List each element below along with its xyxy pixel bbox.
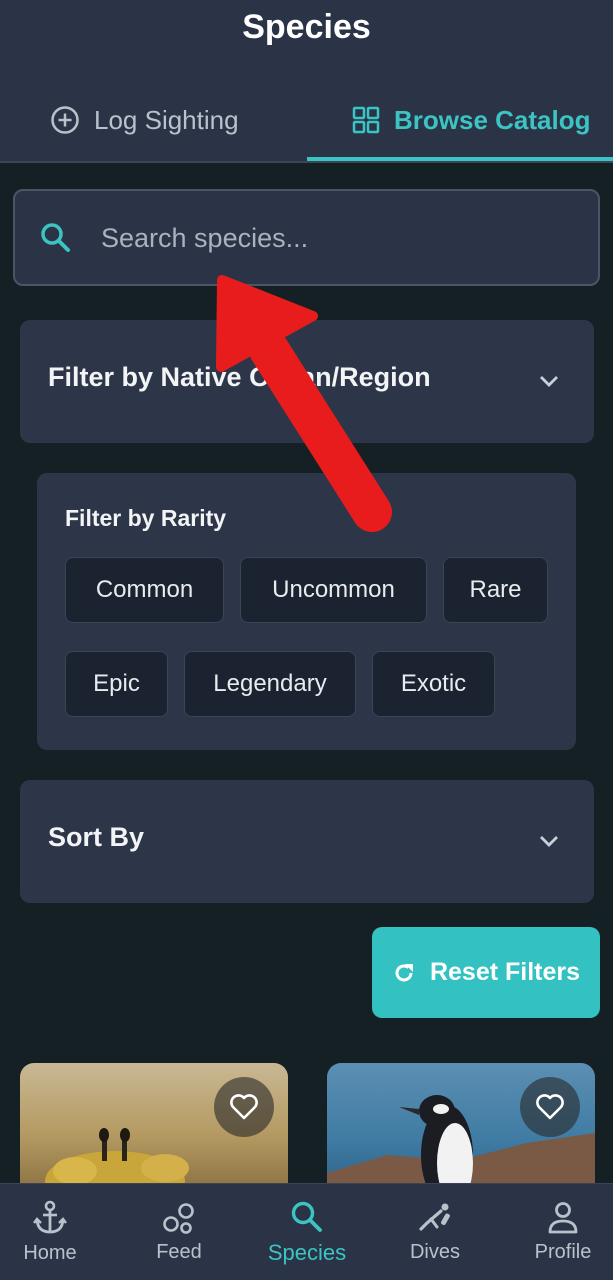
region-filter-label: Filter by Native Ocean/Region	[48, 362, 431, 392]
sort-by-dropdown[interactable]: Sort By	[20, 780, 594, 903]
nav-label: Home	[23, 1242, 77, 1264]
nav-label: Species	[267, 1239, 347, 1265]
tab-label: Browse Catalog	[394, 104, 591, 135]
reset-filters-button[interactable]: Reset Filters	[372, 927, 600, 1018]
diver-icon	[419, 1203, 450, 1231]
page-title: Species	[242, 8, 371, 46]
sort-by-label: Sort By	[48, 822, 145, 852]
header-divider	[0, 161, 613, 163]
heart-icon	[536, 1094, 564, 1120]
nav-profile[interactable]: Profile	[502, 1184, 613, 1280]
tab-browse-catalog[interactable]: Browse Catalog	[352, 92, 591, 148]
nav-label: Dives	[409, 1241, 460, 1263]
nav-home[interactable]: Home	[0, 1184, 111, 1280]
bottom-navigation: Home Feed Species Dives Profile	[0, 1183, 613, 1280]
nav-species[interactable]: Species	[246, 1184, 368, 1280]
reset-filters-label: Reset Filters	[429, 958, 581, 986]
heart-icon	[230, 1094, 258, 1120]
anchor-icon	[33, 1200, 67, 1234]
chip-exotic[interactable]: Exotic	[372, 651, 495, 717]
chevron-down-icon	[540, 376, 558, 387]
tab-label: Log Sighting	[94, 104, 239, 135]
favorite-button[interactable]	[214, 1077, 274, 1137]
favorite-button[interactable]	[520, 1077, 580, 1137]
species-card-crab[interactable]	[20, 1063, 288, 1193]
chip-rare[interactable]: Rare	[443, 557, 548, 623]
search-icon	[41, 223, 70, 252]
search-box[interactable]	[13, 189, 600, 286]
person-icon	[548, 1202, 578, 1234]
chip-uncommon[interactable]: Uncommon	[240, 557, 427, 623]
nav-feed[interactable]: Feed	[118, 1184, 240, 1280]
nav-dives[interactable]: Dives	[374, 1184, 496, 1280]
species-card-penguin[interactable]	[327, 1063, 595, 1193]
grid-icon	[352, 106, 380, 134]
bubbles-icon	[163, 1203, 194, 1234]
plus-circle-icon	[51, 106, 79, 134]
chevron-down-icon	[540, 836, 558, 847]
chip-legendary[interactable]: Legendary	[184, 651, 356, 717]
chip-epic[interactable]: Epic	[65, 651, 168, 717]
app-header: Species Log Sighting Browse Catalog	[0, 0, 613, 163]
rarity-filter-panel: Filter by Rarity Common Uncommon Rare Ep…	[37, 473, 576, 750]
tab-log-sighting[interactable]: Log Sighting	[50, 92, 239, 148]
nav-label: Profile	[534, 1241, 592, 1263]
rarity-filter-label: Filter by Rarity	[65, 505, 227, 531]
chip-common[interactable]: Common	[65, 557, 224, 623]
region-filter-dropdown[interactable]: Filter by Native Ocean/Region	[20, 320, 594, 443]
active-tab-indicator	[307, 157, 613, 161]
refresh-icon	[395, 963, 413, 981]
search-input[interactable]	[101, 215, 581, 261]
search-icon	[291, 1201, 322, 1232]
nav-label: Feed	[156, 1241, 202, 1263]
